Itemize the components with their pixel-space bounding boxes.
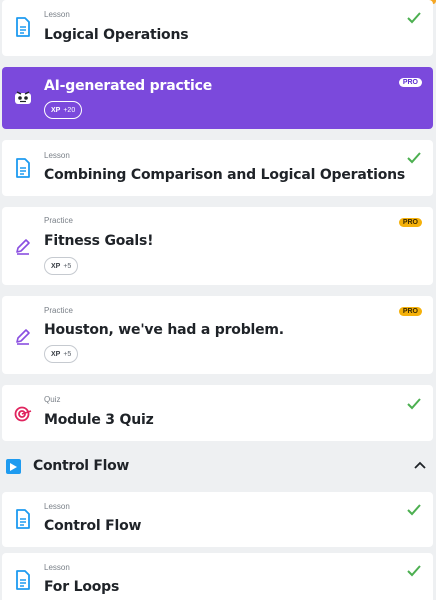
lesson-icon xyxy=(13,569,33,591)
item-type-label: Lesson xyxy=(44,151,70,160)
check-icon xyxy=(407,152,421,164)
item-type-label: Practice xyxy=(44,216,73,225)
section-title: Control Flow xyxy=(33,458,130,474)
section-header-control-flow[interactable]: Control Flow xyxy=(0,452,436,480)
lesson-icon xyxy=(13,508,33,530)
check-icon xyxy=(407,565,421,577)
lesson-card-for-loops[interactable]: Lesson For Loops xyxy=(2,553,433,600)
practice-card-houston[interactable]: Practice Houston, we've had a problem. P… xyxy=(2,296,433,374)
item-type-label: Quiz xyxy=(44,395,61,404)
pencil-icon xyxy=(13,235,33,257)
lesson-card-control-flow[interactable]: Lesson Control Flow xyxy=(2,492,433,547)
pencil-icon xyxy=(13,325,33,347)
item-title: Fitness Goals! xyxy=(44,233,154,249)
lesson-icon xyxy=(13,16,33,38)
pro-badge: PRO xyxy=(398,218,422,227)
xp-value: +5 xyxy=(63,350,72,358)
item-title: Module 3 Quiz xyxy=(44,412,154,428)
xp-label: XP xyxy=(51,262,61,270)
item-type-label: Lesson xyxy=(44,10,70,19)
item-title: AI-generated practice xyxy=(44,78,213,94)
item-title: Logical Operations xyxy=(44,27,189,43)
ai-robot-icon xyxy=(13,87,33,109)
xp-value: +20 xyxy=(63,106,76,114)
play-icon xyxy=(6,459,21,474)
xp-label: XP xyxy=(51,350,61,358)
quiz-card-module-3[interactable]: Quiz Module 3 Quiz xyxy=(2,385,433,441)
check-icon xyxy=(407,398,421,410)
chevron-up-icon[interactable] xyxy=(414,461,426,469)
lesson-card-logical-operations[interactable]: Lesson Logical Operations xyxy=(2,0,433,56)
item-type-label: Lesson xyxy=(44,563,70,572)
target-icon xyxy=(13,403,33,425)
item-title: For Loops xyxy=(44,579,120,595)
xp-value: +5 xyxy=(63,262,72,270)
xp-pill: XP +5 xyxy=(44,257,79,275)
check-icon xyxy=(407,12,421,24)
lesson-icon xyxy=(13,157,33,179)
xp-pill: XP +20 xyxy=(44,101,83,119)
item-title: Houston, we've had a problem. xyxy=(44,322,284,338)
item-type-label: Lesson xyxy=(44,502,70,511)
xp-pill: XP +5 xyxy=(44,345,79,363)
item-title: Control Flow xyxy=(44,518,142,534)
pro-badge: PRO xyxy=(398,78,422,87)
lesson-card-combining-comparison[interactable]: Lesson Combining Comparison and Logical … xyxy=(2,140,433,196)
pro-badge: PRO xyxy=(398,307,422,316)
check-icon xyxy=(407,504,421,516)
xp-label: XP xyxy=(51,106,61,114)
item-type-label: Practice xyxy=(44,306,73,315)
item-title: Combining Comparison and Logical Operati… xyxy=(44,167,406,183)
practice-card-fitness-goals[interactable]: Practice Fitness Goals! PRO XP +5 xyxy=(2,207,433,285)
ai-practice-card[interactable]: AI-generated practice PRO XP +20 xyxy=(2,67,433,129)
